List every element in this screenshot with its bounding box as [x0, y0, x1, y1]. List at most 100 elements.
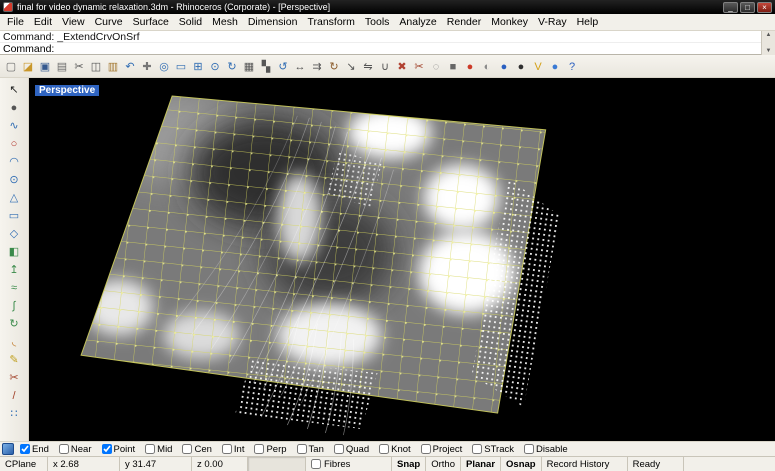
shaded-viewport-icon[interactable]: ● [462, 57, 478, 75]
undo-view-icon[interactable]: ↺ [275, 57, 291, 75]
vray-icon[interactable]: V [530, 57, 546, 75]
curve-icon[interactable]: ∿ [3, 117, 25, 134]
zoom-window-icon[interactable]: ▭ [173, 57, 189, 75]
menu-item[interactable]: Tools [360, 15, 395, 29]
rotate-icon[interactable]: ↻ [326, 57, 342, 75]
scale-icon[interactable]: ↘ [343, 57, 359, 75]
surface-icon[interactable]: ◧ [3, 243, 25, 260]
circle-icon[interactable]: ○ [3, 135, 25, 152]
rhino-app-icon[interactable] [3, 2, 13, 12]
explode-icon[interactable]: ✖ [394, 57, 410, 75]
cplane-toggle[interactable]: CPlane [0, 457, 48, 471]
new-file-icon[interactable]: ▢ [3, 57, 19, 75]
osnap-item[interactable]: Perp [254, 444, 286, 455]
trim-icon[interactable]: ✂ [411, 57, 427, 75]
status-mode-toggle[interactable]: Osnap [501, 457, 542, 471]
maximize-button[interactable]: □ [740, 2, 755, 13]
move-icon[interactable]: ↔ [292, 57, 308, 75]
copy-object-icon[interactable]: ⇉ [309, 57, 325, 75]
undo-icon[interactable]: ↶ [122, 57, 138, 75]
osnap-item[interactable]: Mid [145, 444, 172, 455]
zoom-extents-icon[interactable]: ⊞ [190, 57, 206, 75]
close-button[interactable]: × [757, 2, 772, 13]
ellipse-icon[interactable]: ⊙ [3, 171, 25, 188]
ghosted-viewport-icon[interactable]: ◐ [479, 57, 495, 75]
scroll-down-icon[interactable]: ▼ [766, 47, 772, 55]
osnap-checkbox[interactable] [102, 444, 112, 454]
save-icon[interactable]: ▣ [37, 57, 53, 75]
rectangle-icon[interactable]: ▭ [3, 207, 25, 224]
osnap-checkbox[interactable] [222, 444, 232, 454]
osnap-checkbox[interactable] [524, 444, 534, 454]
zoom-selected-icon[interactable]: ⊙ [207, 57, 223, 75]
mirror-icon[interactable]: ⇋ [360, 57, 376, 75]
polyline-icon[interactable]: △ [3, 189, 25, 206]
osnap-item[interactable]: Disable [524, 444, 568, 455]
osnap-checkbox[interactable] [145, 444, 155, 454]
print-icon[interactable]: ▤ [54, 57, 70, 75]
four-viewports-icon[interactable]: ▦ [241, 57, 257, 75]
open-file-icon[interactable]: ◪ [20, 57, 36, 75]
menu-item[interactable]: Monkey [486, 15, 533, 29]
arc-icon[interactable]: ◠ [3, 153, 25, 170]
osnap-item[interactable]: Int [222, 444, 245, 455]
record-history-toggle[interactable]: Record History [542, 457, 628, 471]
render-preview-icon[interactable]: ● [513, 57, 529, 75]
join-side-icon[interactable]: ∷ [3, 405, 25, 422]
polygon-icon[interactable]: ◇ [3, 225, 25, 242]
named-views-icon[interactable]: ▚ [258, 57, 274, 75]
edit-points-icon[interactable]: ✎ [3, 351, 25, 368]
menu-item[interactable]: Help [572, 15, 604, 29]
osnap-checkbox[interactable] [182, 444, 192, 454]
status-mode-toggle[interactable]: Snap [392, 457, 426, 471]
hide-icon[interactable]: ◌ [428, 57, 444, 75]
copy-icon[interactable]: ◫ [88, 57, 104, 75]
osnap-checkbox[interactable] [472, 444, 482, 454]
osnap-checkbox[interactable] [59, 444, 69, 454]
layer-checkbox[interactable] [311, 459, 321, 469]
osnap-item[interactable]: Cen [182, 444, 211, 455]
osnap-item[interactable]: Point [102, 444, 136, 455]
osnap-checkbox[interactable] [297, 444, 307, 454]
select-arrow-icon[interactable]: ↖ [3, 81, 25, 98]
scroll-up-icon[interactable]: ▲ [766, 31, 772, 39]
osnap-item[interactable]: Quad [334, 444, 369, 455]
render-icon[interactable]: ● [496, 57, 512, 75]
osnap-grip-icon[interactable] [2, 443, 14, 455]
osnap-item[interactable]: End [20, 444, 49, 455]
command-scrollbar[interactable]: ▲ ▼ [761, 31, 775, 55]
revolve-icon[interactable]: ↻ [3, 315, 25, 332]
extrude-icon[interactable]: ↥ [3, 261, 25, 278]
fillet-icon[interactable]: ◟ [3, 333, 25, 350]
zoom-dynamic-icon[interactable]: ◎ [156, 57, 172, 75]
menu-item[interactable]: Edit [29, 15, 57, 29]
vray-render-icon[interactable]: ● [547, 57, 563, 75]
split-icon[interactable]: / [3, 387, 25, 404]
menu-item[interactable]: Transform [302, 15, 359, 29]
menu-item[interactable]: V-Ray [533, 15, 572, 29]
loft-icon[interactable]: ≈ [3, 279, 25, 296]
layer-pane[interactable]: Fibres [306, 457, 392, 471]
menu-item[interactable]: View [57, 15, 90, 29]
pan-icon[interactable]: ✚ [139, 57, 155, 75]
menu-item[interactable]: Surface [128, 15, 174, 29]
help-icon[interactable]: ? [564, 57, 580, 75]
menu-item[interactable]: File [2, 15, 29, 29]
menu-item[interactable]: Solid [174, 15, 207, 29]
osnap-item[interactable]: Tan [297, 444, 324, 455]
viewport-title[interactable]: Perspective [35, 85, 99, 96]
osnap-item[interactable]: STrack [472, 444, 514, 455]
minimize-button[interactable]: _ [723, 2, 738, 13]
paste-icon[interactable]: ▥ [105, 57, 121, 75]
menu-item[interactable]: Render [442, 15, 486, 29]
sweep-icon[interactable]: ∫ [3, 297, 25, 314]
osnap-checkbox[interactable] [20, 444, 30, 454]
rotate-view-icon[interactable]: ↻ [224, 57, 240, 75]
osnap-checkbox[interactable] [334, 444, 344, 454]
osnap-item[interactable]: Near [59, 444, 92, 455]
osnap-checkbox[interactable] [254, 444, 264, 454]
menu-item[interactable]: Curve [90, 15, 128, 29]
status-mode-toggle[interactable]: Planar [461, 457, 501, 471]
status-mode-toggle[interactable]: Ortho [426, 457, 461, 471]
osnap-item[interactable]: Knot [379, 444, 411, 455]
